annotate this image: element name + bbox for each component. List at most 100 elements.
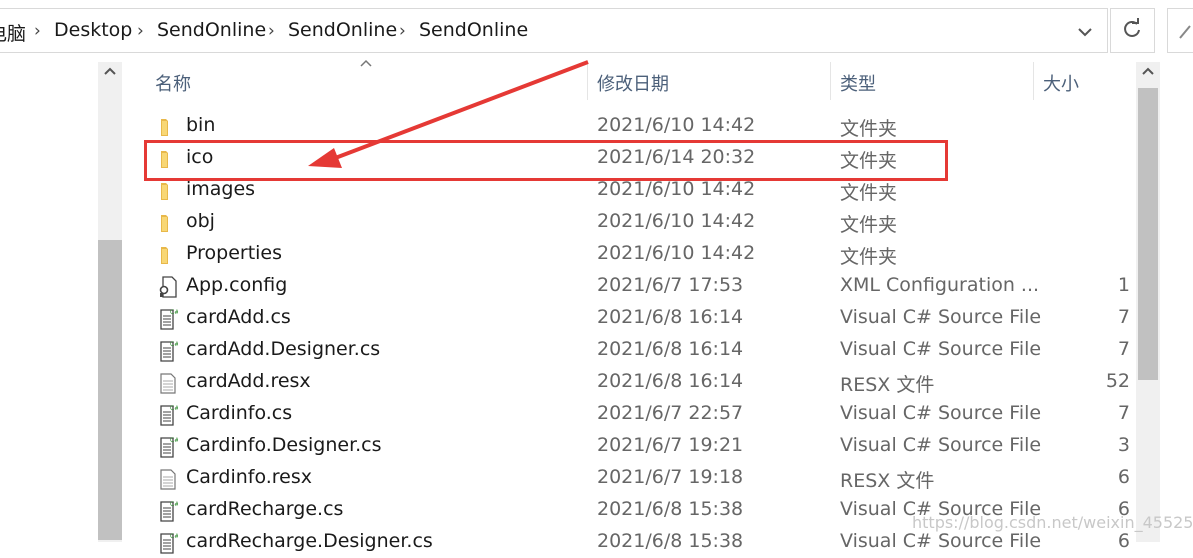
column-header-name[interactable]: 名称 <box>155 70 191 96</box>
file-type: RESX 文件 <box>840 470 935 492</box>
file-date: 2021/6/7 22:57 <box>597 402 744 424</box>
column-header-type[interactable]: 类型 <box>840 70 876 96</box>
file-name: cardRecharge.cs <box>186 498 344 520</box>
svg-text:C#: C# <box>170 405 178 412</box>
file-size: 7 <box>1117 402 1130 424</box>
file-date: 2021/6/10 14:42 <box>597 114 756 136</box>
file-size: 52 <box>1105 370 1130 392</box>
folder-icon <box>158 212 178 234</box>
file-type: Visual C# Source File <box>840 402 1042 424</box>
file-row[interactable]: C# cardAdd.cs 2021/6/8 16:14 Visual C# S… <box>140 302 1130 334</box>
scroll-up-icon[interactable] <box>1141 65 1155 81</box>
file-date: 2021/6/7 17:53 <box>597 274 744 296</box>
breadcrumb-sendonline-1[interactable]: SendOnline <box>157 19 266 41</box>
text-file-icon <box>158 372 178 394</box>
svg-text:C#: C# <box>170 309 178 316</box>
breadcrumb-separator[interactable]: › <box>268 21 275 41</box>
breadcrumb-desktop[interactable]: Desktop <box>54 19 132 41</box>
svg-text:C#: C# <box>170 501 178 508</box>
file-name: Properties <box>186 242 283 264</box>
breadcrumb-separator[interactable]: › <box>137 21 144 41</box>
file-row[interactable]: C# cardAdd.Designer.cs 2021/6/8 16:14 Vi… <box>140 334 1130 366</box>
file-type: XML Configuration ... <box>840 274 1040 296</box>
file-size: 7 <box>1117 338 1130 360</box>
column-divider[interactable] <box>830 62 831 100</box>
file-type: 文件夹 <box>840 182 898 204</box>
file-type: RESX 文件 <box>840 374 935 396</box>
watermark: https://blog.csdn.net/weixin_45525272 <box>912 513 1193 532</box>
file-date: 2021/6/10 14:42 <box>597 210 756 232</box>
file-name: cardRecharge.Designer.cs <box>186 530 433 552</box>
csharp-file-icon: C# <box>158 500 179 522</box>
file-name: Cardinfo.cs <box>186 402 293 424</box>
column-header-size[interactable]: 大小 <box>1043 70 1079 96</box>
file-date: 2021/6/10 14:42 <box>597 178 756 200</box>
file-row[interactable]: C# Cardinfo.cs 2021/6/7 22:57 Visual C# … <box>140 398 1130 430</box>
file-row[interactable]: C# Cardinfo.Designer.cs 2021/6/7 19:21 V… <box>140 430 1130 462</box>
file-size: 7 <box>1117 306 1130 328</box>
file-date: 2021/6/8 16:14 <box>597 370 744 392</box>
annotation-highlight-box <box>144 140 948 181</box>
file-type: 文件夹 <box>840 118 898 140</box>
refresh-icon <box>1122 18 1142 45</box>
file-row[interactable]: App.config 2021/6/7 17:53 XML Configurat… <box>140 270 1130 302</box>
file-name: cardAdd.resx <box>186 370 311 392</box>
file-type: Visual C# Source File <box>840 434 1042 456</box>
file-row[interactable]: cardAdd.resx 2021/6/8 16:14 RESX 文件 52 <box>140 366 1130 398</box>
config-file-icon <box>158 276 178 298</box>
column-divider[interactable] <box>1033 62 1034 100</box>
address-bar[interactable]: 电脑 › Desktop › SendOnline › SendOnline ›… <box>0 8 1108 53</box>
file-type: Visual C# Source File <box>840 530 1042 552</box>
column-header-date[interactable]: 修改日期 <box>597 70 669 96</box>
file-date: 2021/6/7 19:18 <box>597 466 744 488</box>
file-name: bin <box>186 114 216 136</box>
breadcrumb-sendonline-3[interactable]: SendOnline <box>419 19 528 41</box>
file-date: 2021/6/7 19:21 <box>597 434 744 456</box>
svg-text:C#: C# <box>170 437 178 444</box>
file-date: 2021/6/8 16:14 <box>597 338 744 360</box>
refresh-button[interactable] <box>1110 8 1155 53</box>
search-icon <box>1178 18 1193 45</box>
file-size: 6 <box>1117 530 1130 552</box>
file-row[interactable]: bin 2021/6/10 14:42 文件夹 <box>140 110 1130 142</box>
file-row[interactable]: Properties 2021/6/10 14:42 文件夹 <box>140 238 1130 270</box>
search-box[interactable] <box>1167 8 1193 53</box>
scroll-up-icon[interactable] <box>103 65 117 81</box>
csharp-file-icon: C# <box>158 404 179 426</box>
file-row[interactable]: Cardinfo.resx 2021/6/7 19:18 RESX 文件 6 <box>140 462 1130 494</box>
breadcrumb-separator[interactable]: › <box>34 21 41 41</box>
csharp-file-icon: C# <box>158 340 179 362</box>
file-type: 文件夹 <box>840 246 898 268</box>
file-name: cardAdd.cs <box>186 306 291 328</box>
breadcrumb-this-pc[interactable]: 电脑 <box>0 19 26 46</box>
nav-pane-scrollbar[interactable] <box>98 62 122 542</box>
file-type: Visual C# Source File <box>840 306 1042 328</box>
file-name: Cardinfo.resx <box>186 466 313 488</box>
breadcrumb-sendonline-2[interactable]: SendOnline <box>288 19 397 41</box>
csharp-file-icon: C# <box>158 308 179 330</box>
file-size: 1 <box>1117 274 1130 296</box>
file-name: App.config <box>186 274 288 296</box>
file-list-scrollbar[interactable] <box>1136 62 1160 542</box>
svg-text:C#: C# <box>170 533 178 540</box>
file-date: 2021/6/8 15:38 <box>597 530 744 552</box>
file-type: Visual C# Source File <box>840 338 1042 360</box>
file-name: Cardinfo.Designer.cs <box>186 434 382 456</box>
text-file-icon <box>158 468 178 490</box>
breadcrumb-separator[interactable]: › <box>399 21 406 41</box>
csharp-file-icon: C# <box>158 436 179 458</box>
chevron-down-icon[interactable] <box>1071 23 1099 47</box>
column-divider[interactable] <box>587 62 588 100</box>
file-date: 2021/6/8 15:38 <box>597 498 744 520</box>
csharp-file-icon: C# <box>158 532 179 554</box>
file-name: cardAdd.Designer.cs <box>186 338 381 360</box>
scrollbar-thumb[interactable] <box>1138 88 1158 380</box>
file-size: 6 <box>1117 466 1130 488</box>
file-name: obj <box>186 210 215 232</box>
scrollbar-thumb[interactable] <box>98 240 122 540</box>
file-size: 3 <box>1117 434 1130 456</box>
file-row[interactable]: obj 2021/6/10 14:42 文件夹 <box>140 206 1130 238</box>
file-name: images <box>186 178 256 200</box>
file-date: 2021/6/10 14:42 <box>597 242 756 264</box>
folder-icon <box>158 180 178 202</box>
